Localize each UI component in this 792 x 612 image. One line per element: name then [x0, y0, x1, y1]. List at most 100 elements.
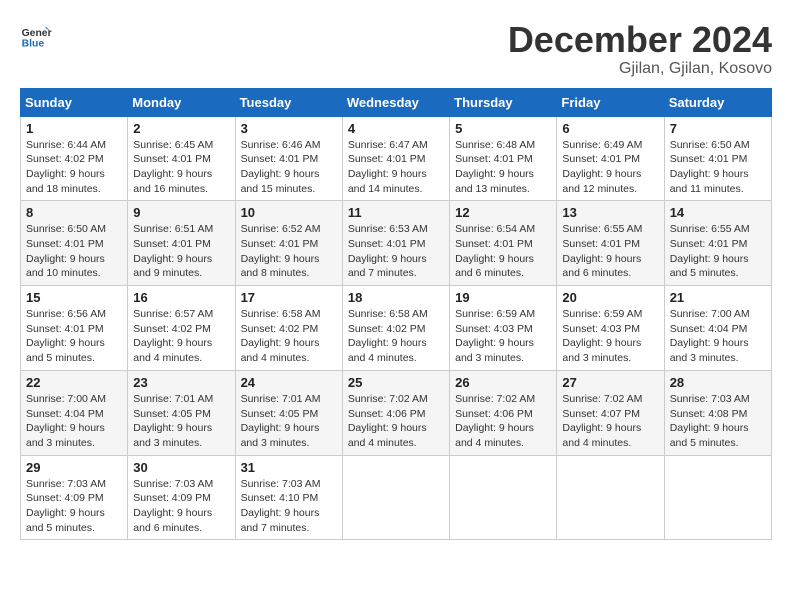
page-header: General Blue December 2024 Gjilan, Gjila…: [20, 20, 772, 78]
calendar-cell: 10 Sunrise: 6:52 AM Sunset: 4:01 PM Dayl…: [235, 201, 342, 286]
day-info: Sunrise: 6:55 AM Sunset: 4:01 PM Dayligh…: [670, 222, 766, 281]
day-number: 1: [26, 121, 122, 136]
day-number: 17: [241, 290, 337, 305]
calendar-cell: [557, 455, 664, 540]
calendar-cell: 9 Sunrise: 6:51 AM Sunset: 4:01 PM Dayli…: [128, 201, 235, 286]
day-number: 22: [26, 375, 122, 390]
day-info: Sunrise: 6:47 AM Sunset: 4:01 PM Dayligh…: [348, 138, 444, 197]
calendar-cell: 29 Sunrise: 7:03 AM Sunset: 4:09 PM Dayl…: [21, 455, 128, 540]
day-number: 24: [241, 375, 337, 390]
calendar-cell: 24 Sunrise: 7:01 AM Sunset: 4:05 PM Dayl…: [235, 370, 342, 455]
day-number: 7: [670, 121, 766, 136]
calendar-cell: 27 Sunrise: 7:02 AM Sunset: 4:07 PM Dayl…: [557, 370, 664, 455]
col-thursday: Thursday: [450, 88, 557, 116]
day-number: 26: [455, 375, 551, 390]
day-info: Sunrise: 6:59 AM Sunset: 4:03 PM Dayligh…: [455, 307, 551, 366]
day-info: Sunrise: 6:53 AM Sunset: 4:01 PM Dayligh…: [348, 222, 444, 281]
day-number: 23: [133, 375, 229, 390]
day-info: Sunrise: 7:02 AM Sunset: 4:06 PM Dayligh…: [455, 392, 551, 451]
day-info: Sunrise: 6:58 AM Sunset: 4:02 PM Dayligh…: [241, 307, 337, 366]
calendar-cell: [664, 455, 771, 540]
title-block: December 2024 Gjilan, Gjilan, Kosovo: [508, 20, 772, 78]
day-number: 28: [670, 375, 766, 390]
calendar-cell: 19 Sunrise: 6:59 AM Sunset: 4:03 PM Dayl…: [450, 286, 557, 371]
day-info: Sunrise: 6:54 AM Sunset: 4:01 PM Dayligh…: [455, 222, 551, 281]
day-info: Sunrise: 6:45 AM Sunset: 4:01 PM Dayligh…: [133, 138, 229, 197]
day-info: Sunrise: 7:01 AM Sunset: 4:05 PM Dayligh…: [133, 392, 229, 451]
day-number: 15: [26, 290, 122, 305]
calendar-body: 1 Sunrise: 6:44 AM Sunset: 4:02 PM Dayli…: [21, 116, 772, 540]
day-info: Sunrise: 6:52 AM Sunset: 4:01 PM Dayligh…: [241, 222, 337, 281]
calendar-cell: 30 Sunrise: 7:03 AM Sunset: 4:09 PM Dayl…: [128, 455, 235, 540]
calendar-cell: 2 Sunrise: 6:45 AM Sunset: 4:01 PM Dayli…: [128, 116, 235, 201]
day-info: Sunrise: 6:59 AM Sunset: 4:03 PM Dayligh…: [562, 307, 658, 366]
header-row: Sunday Monday Tuesday Wednesday Thursday…: [21, 88, 772, 116]
calendar-cell: 31 Sunrise: 7:03 AM Sunset: 4:10 PM Dayl…: [235, 455, 342, 540]
day-number: 8: [26, 205, 122, 220]
day-info: Sunrise: 6:50 AM Sunset: 4:01 PM Dayligh…: [670, 138, 766, 197]
calendar-cell: [450, 455, 557, 540]
calendar-cell: 28 Sunrise: 7:03 AM Sunset: 4:08 PM Dayl…: [664, 370, 771, 455]
calendar-cell: [342, 455, 449, 540]
day-number: 10: [241, 205, 337, 220]
calendar-cell: 12 Sunrise: 6:54 AM Sunset: 4:01 PM Dayl…: [450, 201, 557, 286]
day-info: Sunrise: 7:01 AM Sunset: 4:05 PM Dayligh…: [241, 392, 337, 451]
calendar-table: Sunday Monday Tuesday Wednesday Thursday…: [20, 88, 772, 541]
location-title: Gjilan, Gjilan, Kosovo: [508, 60, 772, 78]
logo-icon: General Blue: [20, 20, 52, 52]
calendar-row-3: 15 Sunrise: 6:56 AM Sunset: 4:01 PM Dayl…: [21, 286, 772, 371]
col-friday: Friday: [557, 88, 664, 116]
day-number: 16: [133, 290, 229, 305]
col-saturday: Saturday: [664, 88, 771, 116]
day-info: Sunrise: 7:02 AM Sunset: 4:07 PM Dayligh…: [562, 392, 658, 451]
day-number: 25: [348, 375, 444, 390]
day-info: Sunrise: 7:03 AM Sunset: 4:08 PM Dayligh…: [670, 392, 766, 451]
calendar-cell: 16 Sunrise: 6:57 AM Sunset: 4:02 PM Dayl…: [128, 286, 235, 371]
day-number: 13: [562, 205, 658, 220]
calendar-cell: 11 Sunrise: 6:53 AM Sunset: 4:01 PM Dayl…: [342, 201, 449, 286]
day-info: Sunrise: 7:03 AM Sunset: 4:10 PM Dayligh…: [241, 477, 337, 536]
day-number: 19: [455, 290, 551, 305]
day-info: Sunrise: 6:58 AM Sunset: 4:02 PM Dayligh…: [348, 307, 444, 366]
calendar-cell: 20 Sunrise: 6:59 AM Sunset: 4:03 PM Dayl…: [557, 286, 664, 371]
calendar-cell: 15 Sunrise: 6:56 AM Sunset: 4:01 PM Dayl…: [21, 286, 128, 371]
calendar-cell: 26 Sunrise: 7:02 AM Sunset: 4:06 PM Dayl…: [450, 370, 557, 455]
calendar-cell: 18 Sunrise: 6:58 AM Sunset: 4:02 PM Dayl…: [342, 286, 449, 371]
calendar-cell: 23 Sunrise: 7:01 AM Sunset: 4:05 PM Dayl…: [128, 370, 235, 455]
day-number: 21: [670, 290, 766, 305]
day-info: Sunrise: 6:56 AM Sunset: 4:01 PM Dayligh…: [26, 307, 122, 366]
calendar-cell: 22 Sunrise: 7:00 AM Sunset: 4:04 PM Dayl…: [21, 370, 128, 455]
day-number: 30: [133, 460, 229, 475]
col-tuesday: Tuesday: [235, 88, 342, 116]
day-info: Sunrise: 7:03 AM Sunset: 4:09 PM Dayligh…: [133, 477, 229, 536]
calendar-row-4: 22 Sunrise: 7:00 AM Sunset: 4:04 PM Dayl…: [21, 370, 772, 455]
logo: General Blue: [20, 20, 52, 52]
day-number: 29: [26, 460, 122, 475]
day-number: 11: [348, 205, 444, 220]
svg-text:Blue: Blue: [22, 38, 45, 49]
day-info: Sunrise: 6:51 AM Sunset: 4:01 PM Dayligh…: [133, 222, 229, 281]
day-number: 9: [133, 205, 229, 220]
day-number: 3: [241, 121, 337, 136]
day-number: 20: [562, 290, 658, 305]
calendar-cell: 5 Sunrise: 6:48 AM Sunset: 4:01 PM Dayli…: [450, 116, 557, 201]
day-number: 5: [455, 121, 551, 136]
calendar-header: Sunday Monday Tuesday Wednesday Thursday…: [21, 88, 772, 116]
calendar-cell: 25 Sunrise: 7:02 AM Sunset: 4:06 PM Dayl…: [342, 370, 449, 455]
day-info: Sunrise: 6:55 AM Sunset: 4:01 PM Dayligh…: [562, 222, 658, 281]
calendar-cell: 6 Sunrise: 6:49 AM Sunset: 4:01 PM Dayli…: [557, 116, 664, 201]
day-number: 12: [455, 205, 551, 220]
day-info: Sunrise: 6:48 AM Sunset: 4:01 PM Dayligh…: [455, 138, 551, 197]
day-number: 27: [562, 375, 658, 390]
day-info: Sunrise: 7:03 AM Sunset: 4:09 PM Dayligh…: [26, 477, 122, 536]
calendar-row-1: 1 Sunrise: 6:44 AM Sunset: 4:02 PM Dayli…: [21, 116, 772, 201]
calendar-cell: 21 Sunrise: 7:00 AM Sunset: 4:04 PM Dayl…: [664, 286, 771, 371]
day-info: Sunrise: 6:50 AM Sunset: 4:01 PM Dayligh…: [26, 222, 122, 281]
calendar-cell: 8 Sunrise: 6:50 AM Sunset: 4:01 PM Dayli…: [21, 201, 128, 286]
day-info: Sunrise: 6:49 AM Sunset: 4:01 PM Dayligh…: [562, 138, 658, 197]
col-sunday: Sunday: [21, 88, 128, 116]
calendar-cell: 7 Sunrise: 6:50 AM Sunset: 4:01 PM Dayli…: [664, 116, 771, 201]
day-number: 2: [133, 121, 229, 136]
day-info: Sunrise: 7:00 AM Sunset: 4:04 PM Dayligh…: [26, 392, 122, 451]
day-number: 18: [348, 290, 444, 305]
